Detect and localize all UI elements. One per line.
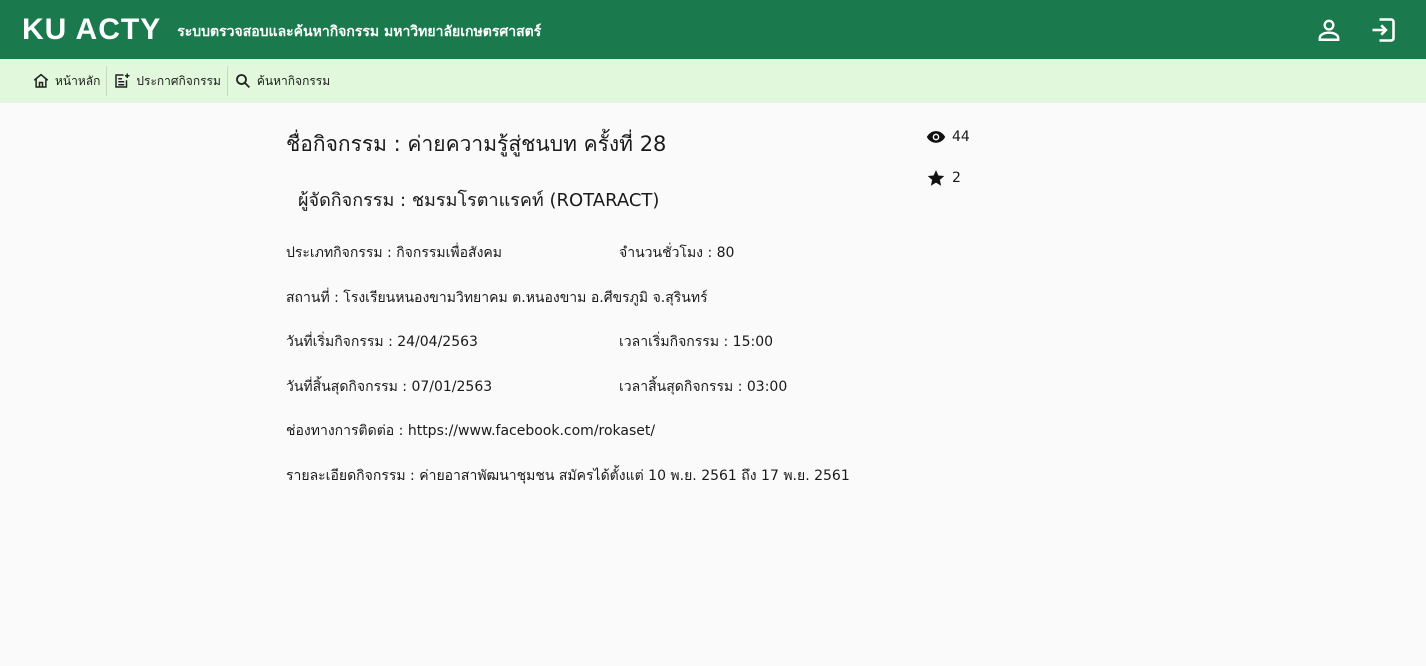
search-icon [235,74,250,89]
activity-row: วันที่สิ้นสุดกิจกรรม : 07/01/2563 เวลาสิ… [286,365,986,410]
activity-start-time: เวลาเริ่มกิจกรรม : 15:00 [619,334,774,351]
app-brand[interactable]: KU ACTY [22,14,161,45]
nav-home-label: หน้าหลัก [55,73,101,88]
activity-type: ประเภทกิจกรรม : กิจกรรมเพื่อสังคม [286,245,503,262]
home-icon [33,73,49,88]
nav-home[interactable]: หน้าหลัก [26,66,106,96]
stars-count: 2 [952,170,961,186]
activity-title: ชื่อกิจกรรม : ค่ายความรู้สู่ชนบท ครั้งที… [286,132,667,156]
activity-contact[interactable]: ช่องทางการติดต่อ : https://www.facebook.… [286,420,655,442]
activity-row: ประเภทกิจกรรม : กิจกรรมเพื่อสังคม จำนวนช… [286,231,986,276]
nav-announce-label: ประกาศกิจกรรม [136,73,221,88]
activity-start-date: วันที่เริ่มกิจกรรม : 24/04/2563 [286,334,478,351]
activity-detail-text: รายละเอียดกิจกรรม : ค่ายอาสาพัฒนาชุมชน ส… [286,467,850,484]
app-subtitle: ระบบตรวจสอบและค้นหากิจกรรม มหาวิทยาลัยเก… [177,23,542,40]
nav-announce[interactable]: ประกาศกิจกรรม [107,66,227,96]
activity-row: วันที่เริ่มกิจกรรม : 24/04/2563 เวลาเริ่… [286,320,986,365]
stars-stat: 2 [926,167,970,189]
activity-row: ช่องทางการติดต่อ : https://www.facebook.… [286,409,986,454]
activity-hours: จำนวนชั่วโมง : 80 [619,245,735,262]
post-add-icon [115,73,130,88]
nav-search-label: ค้นหากิจกรรม [256,73,331,88]
user-icon[interactable] [1314,15,1344,45]
activity-location: สถานที่ : โรงเรียนหนองขามวิทยาคม ต.หนองข… [286,289,708,306]
activity-stats: 44 2 [926,126,970,189]
eye-icon [926,131,946,143]
views-stat: 44 [926,126,970,148]
activity-detail: ชื่อกิจกรรม : ค่ายความรู้สู่ชนบท ครั้งที… [286,118,986,498]
activity-end-time: เวลาสิ้นสุดกิจกรรม : 03:00 [619,378,788,395]
activity-row: สถานที่ : โรงเรียนหนองขามวิทยาคม ต.หนองข… [286,276,986,321]
nav-search[interactable]: ค้นหากิจกรรม [228,66,336,96]
main-nav: หน้าหลัก ประกาศกิจกรรม ค้นหากิจกรรม [0,59,1426,103]
star-icon[interactable] [926,168,946,188]
activity-end-date: วันที่สิ้นสุดกิจกรรม : 07/01/2563 [286,378,493,395]
logout-icon[interactable] [1368,15,1398,45]
views-count: 44 [952,129,970,145]
activity-organizer: ผู้จัดกิจกรรม : ชมรมโรตาแรคท์ (ROTARACT) [298,190,660,211]
app-header: KU ACTY ระบบตรวจสอบและค้นหากิจกรรม มหาวิ… [0,0,1426,59]
activity-row: รายละเอียดกิจกรรม : ค่ายอาสาพัฒนาชุมชน ส… [286,454,986,499]
header-actions [1314,0,1398,59]
